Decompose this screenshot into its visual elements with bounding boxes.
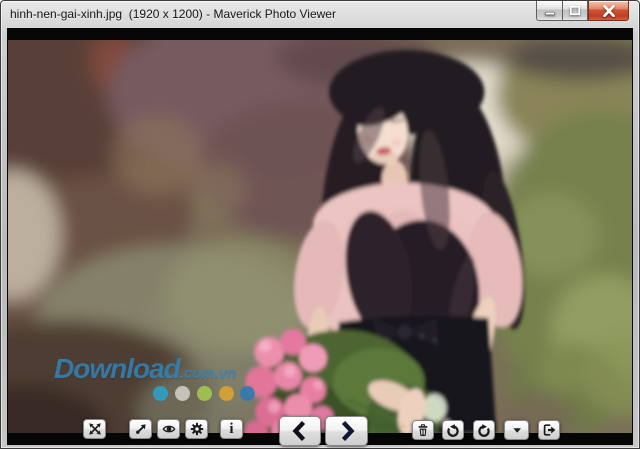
- fullscreen-button[interactable]: [83, 419, 106, 439]
- photo-viewer-window: hinh-nen-gai-xinh.jpg (1920 x 1200) - Ma…: [0, 0, 640, 449]
- trash-icon: [418, 424, 428, 436]
- minimize-button[interactable]: [536, 1, 562, 21]
- watermark-dot: [197, 386, 212, 401]
- photo: Download .com.vn: [8, 40, 632, 433]
- chevron-down-icon: [512, 428, 521, 433]
- rotate-left-button[interactable]: [442, 420, 464, 440]
- info-icon: i: [229, 420, 234, 437]
- info-button[interactable]: i: [220, 419, 243, 439]
- next-button[interactable]: [325, 416, 368, 446]
- watermark-dot: [240, 386, 255, 401]
- zoom-actual-size-button[interactable]: [129, 419, 152, 439]
- previous-button[interactable]: [279, 416, 321, 446]
- more-options-button[interactable]: [504, 420, 529, 440]
- chevron-left-icon: [292, 420, 306, 442]
- watermark-dot: [219, 386, 234, 401]
- chevron-right-icon: [341, 420, 355, 442]
- watermark-dot: [175, 386, 190, 401]
- watermark-suffix: .com.vn: [179, 365, 237, 382]
- window-title: hinh-nen-gai-xinh.jpg (1920 x 1200) - Ma…: [10, 7, 336, 21]
- watermark-brand: Download: [54, 353, 181, 384]
- maximize-icon: [569, 5, 581, 16]
- delete-button[interactable]: [412, 420, 434, 440]
- maximize-button[interactable]: [562, 1, 588, 21]
- gear-icon: [190, 422, 203, 436]
- rotate-right-button[interactable]: [473, 420, 495, 440]
- exit-button[interactable]: [538, 420, 560, 440]
- watermark-dot: [153, 386, 168, 401]
- minimize-icon: [544, 11, 555, 15]
- rotate-right-icon: [478, 424, 490, 437]
- fullscreen-icon: [88, 423, 101, 435]
- close-icon: [602, 4, 615, 17]
- rotate-left-icon: [447, 424, 459, 437]
- settings-button[interactable]: [185, 419, 208, 439]
- exit-icon: [543, 424, 556, 436]
- watermark: Download .com.vn: [54, 353, 236, 385]
- close-button[interactable]: [588, 1, 629, 21]
- zoom-arrow-icon: [135, 424, 146, 434]
- client-area: Download .com.vn: [7, 28, 633, 445]
- view-button[interactable]: [157, 419, 180, 439]
- eye-icon: [162, 425, 175, 433]
- window-controls: [536, 1, 629, 21]
